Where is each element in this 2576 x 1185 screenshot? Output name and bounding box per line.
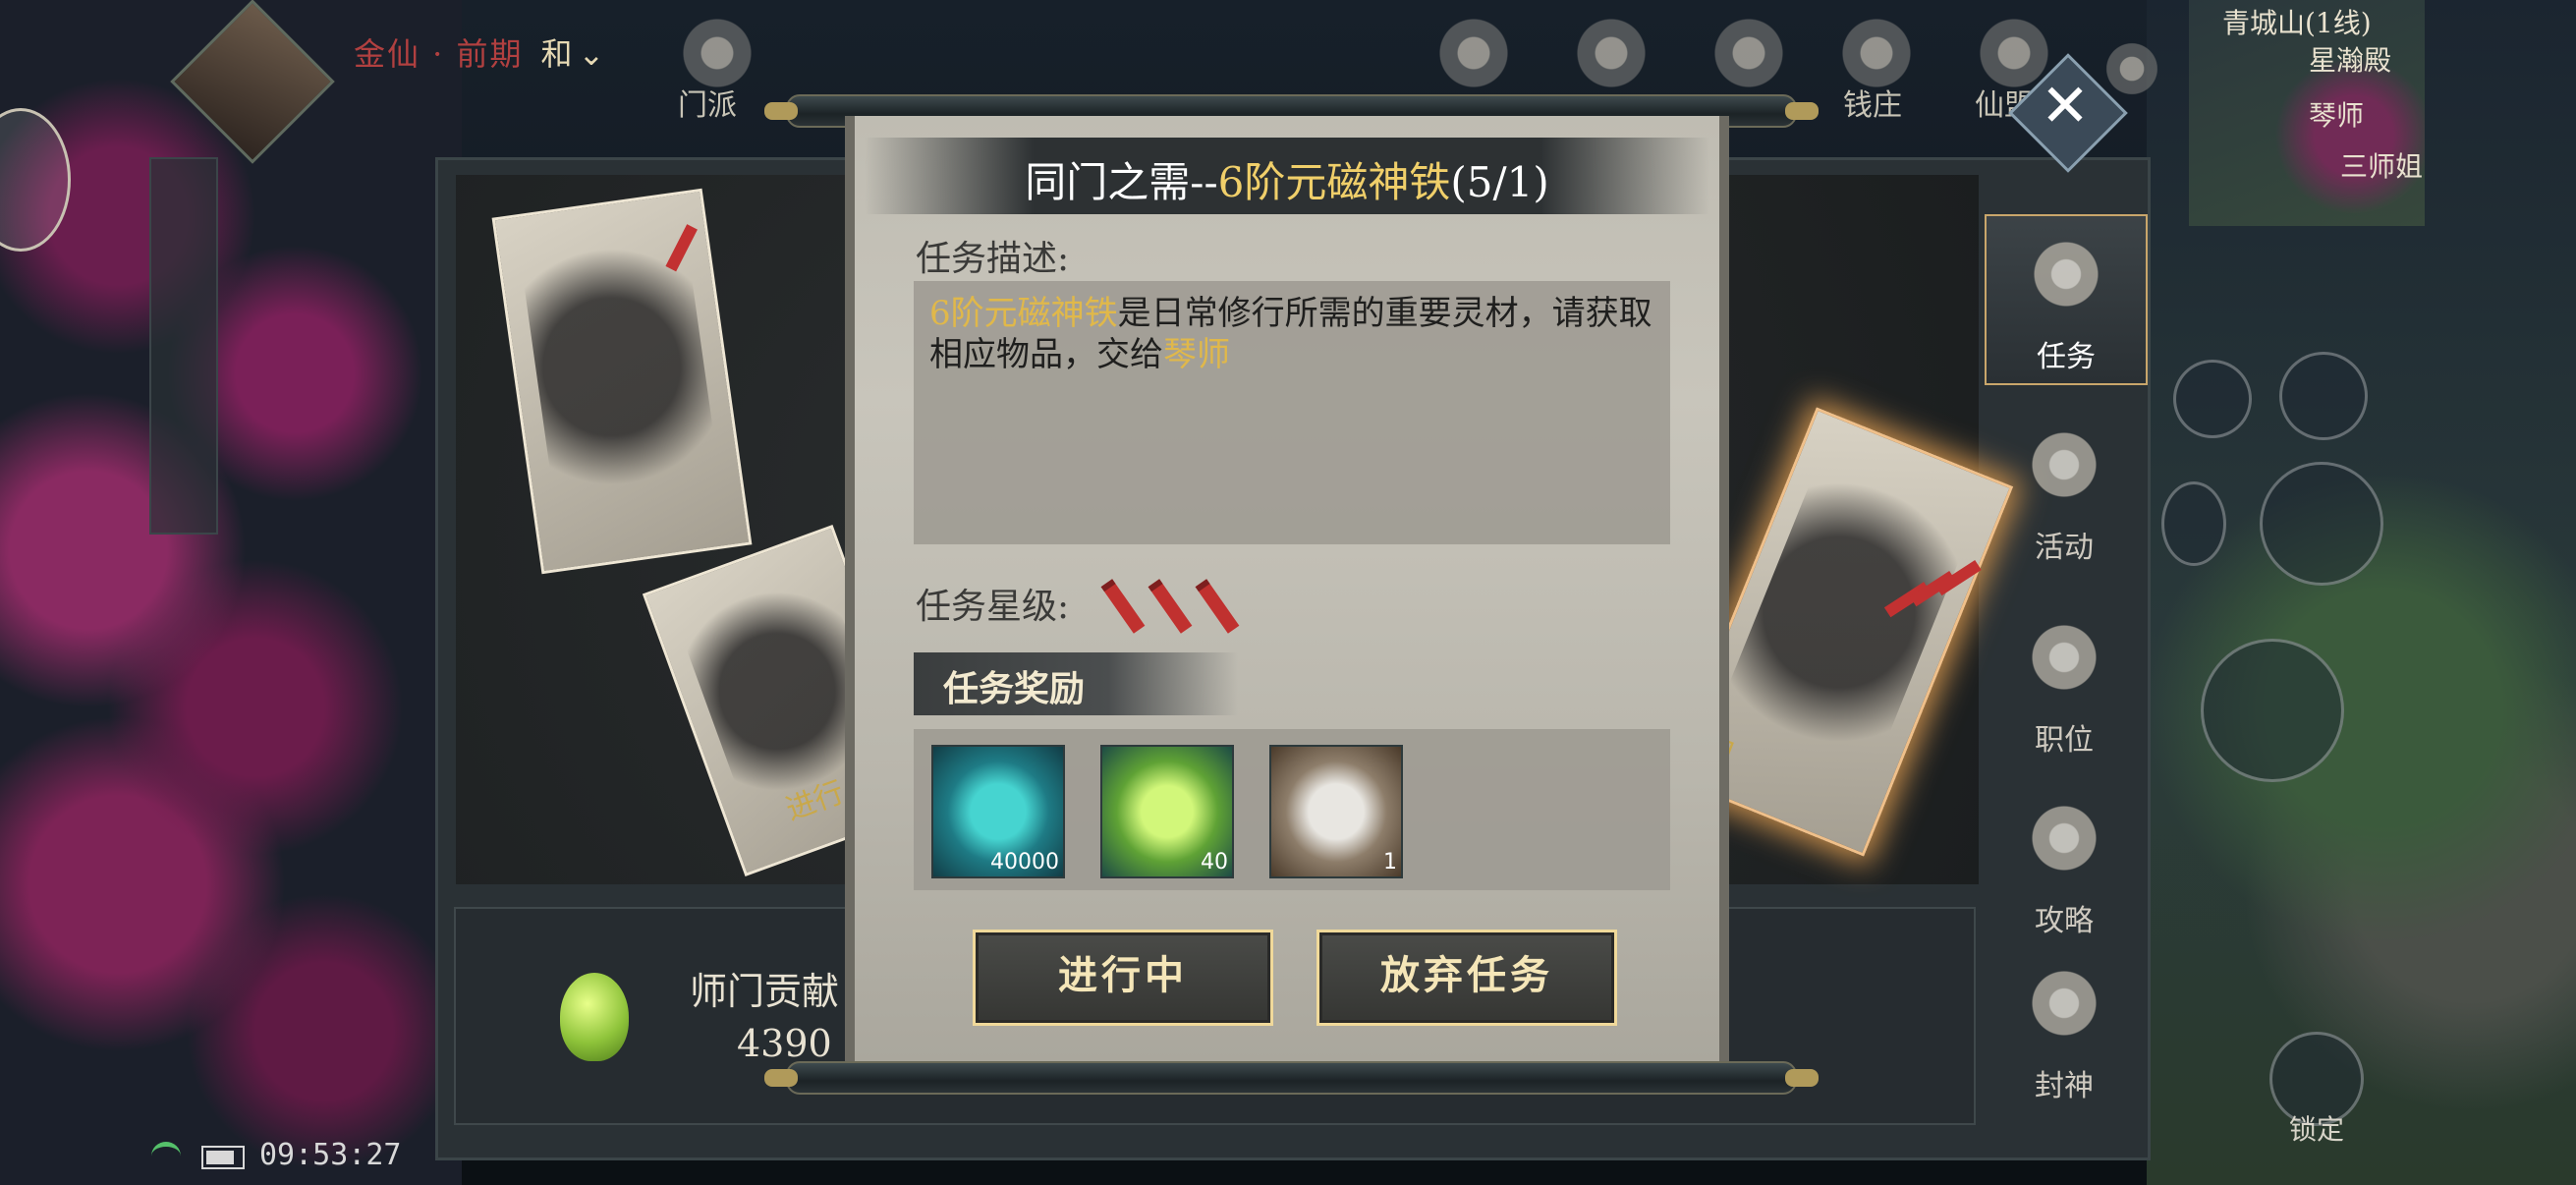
tab-quest[interactable]: 任务 xyxy=(1985,214,2148,385)
ink-monster-illustration xyxy=(517,213,727,549)
rod-cap xyxy=(764,1069,798,1087)
beast-icon[interactable] xyxy=(1572,14,1651,92)
in-progress-button[interactable]: 进行中 xyxy=(973,930,1273,1026)
quest-description: 6阶元磁神铁是日常修行所需的重要灵材，请获取相应物品，交给琴师 xyxy=(929,293,1656,375)
map-npc-sanshijie: 三师姐 xyxy=(2340,150,2424,183)
lock-label: 锁定 xyxy=(2289,1113,2345,1146)
attack-skill-icon[interactable] xyxy=(2201,639,2344,782)
title-prefix: 同门之需-- xyxy=(1025,158,1218,206)
title-count: (5/1) xyxy=(1450,158,1549,206)
scroll-quest-icon xyxy=(2026,234,2106,314)
clock: 09:53:27 xyxy=(259,1138,402,1172)
tab-guide[interactable]: 攻略 xyxy=(1985,780,2144,947)
chevron-right-icon[interactable] xyxy=(2102,39,2161,98)
title-item: 6阶元磁神铁 xyxy=(1217,158,1451,206)
peace-mode-toggle[interactable]: 和 xyxy=(541,35,575,73)
reward-header: 任务奖励 xyxy=(914,652,1238,715)
tab-label: 封神 xyxy=(2035,1069,2094,1103)
stars-label: 任务星级: xyxy=(916,587,1070,627)
quest-title: 同门之需--6阶元磁神铁(5/1) xyxy=(865,149,1709,209)
position-icon xyxy=(2024,617,2104,698)
desc-label: 任务描述: xyxy=(916,239,1070,279)
target-icon[interactable] xyxy=(2279,352,2368,440)
rod-cap xyxy=(1785,102,1819,120)
map-place: 星瀚殿 xyxy=(2309,44,2392,77)
wifi-icon xyxy=(151,1142,181,1170)
tab-label: 攻略 xyxy=(2035,904,2094,938)
contribution-gem-icon xyxy=(560,973,629,1061)
crystal-item[interactable]: 40000 xyxy=(931,745,1065,878)
side-tab-rail: 任务 活动 职位 攻略 封神 xyxy=(1985,208,2148,1152)
contribution-value: 4390 xyxy=(737,1022,832,1065)
guide-cards-icon xyxy=(2024,798,2104,878)
bag-icon[interactable] xyxy=(2173,360,2252,438)
left-quest-tracker-tab[interactable] xyxy=(149,157,218,535)
contribution-gem-item[interactable]: 40 xyxy=(1100,745,1234,878)
map-location: 青城山(1线) xyxy=(2222,7,2372,39)
item-quantity: 40 xyxy=(1201,850,1228,875)
activity-icon xyxy=(2024,424,2104,505)
top-label-bank: 钱庄 xyxy=(1843,88,1902,123)
helmet-icon[interactable] xyxy=(1434,14,1513,92)
reward-header-label: 任务奖励 xyxy=(943,668,1086,709)
rod-cap xyxy=(1785,1069,1819,1087)
collapse-left-icon[interactable] xyxy=(2161,481,2226,566)
realm-text: 金仙 · 前期 xyxy=(354,35,524,73)
map-npc-qinshi: 琴师 xyxy=(2309,99,2365,132)
item-quantity: 40000 xyxy=(990,850,1059,875)
cauldron-icon[interactable] xyxy=(1709,14,1788,92)
battery-icon xyxy=(201,1146,245,1169)
yin-yang-skill-icon[interactable] xyxy=(2260,462,2383,586)
chevron-down-icon[interactable]: ⌄ xyxy=(579,35,607,73)
tab-activity[interactable]: 活动 xyxy=(1985,407,2144,574)
contribution-label: 师门贡献 xyxy=(690,970,840,1013)
top-label-sect: 门派 xyxy=(678,88,737,123)
deify-icon xyxy=(2024,963,2104,1044)
item-quantity: 1 xyxy=(1383,850,1397,875)
abandon-quest-button[interactable]: 放弃任务 xyxy=(1316,930,1617,1026)
equipment-chest-item[interactable]: 1 xyxy=(1269,745,1403,878)
tab-label: 职位 xyxy=(2035,723,2094,758)
tab-label: 任务 xyxy=(2037,340,2096,374)
close-icon[interactable]: ✕ xyxy=(2038,77,2093,136)
tab-deify[interactable]: 封神 xyxy=(1985,945,2144,1112)
realm-indicator[interactable]: 金仙 · 前期和 ⌄ xyxy=(354,29,606,75)
desc-item-link[interactable]: 6阶元磁神铁 xyxy=(929,294,1118,333)
desc-npc-link[interactable]: 琴师 xyxy=(1163,335,1230,374)
scroll-rod-bottom xyxy=(764,1061,1819,1095)
tab-position[interactable]: 职位 xyxy=(1985,599,2144,766)
rod-cap xyxy=(764,102,798,120)
tab-label: 活动 xyxy=(2035,531,2094,565)
